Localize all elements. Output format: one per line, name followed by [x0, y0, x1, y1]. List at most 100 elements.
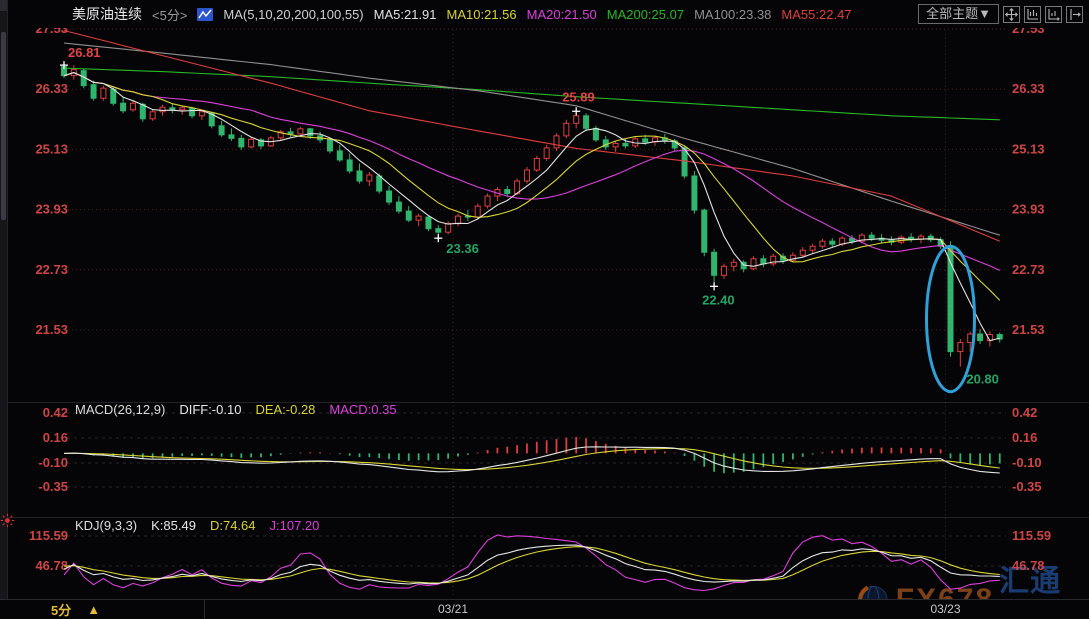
axis-label: 23.93	[1012, 202, 1045, 217]
macd-legend: MACD(26,12,9) DIFF:-0.10 DEA:-0.28 MACD:…	[75, 402, 397, 417]
ma10-legend: MA10:21.56	[447, 7, 517, 22]
candle-body	[406, 211, 411, 220]
candle-body	[505, 190, 510, 194]
candle-body	[761, 259, 766, 264]
candle-body	[534, 158, 539, 170]
candle-body	[544, 148, 549, 159]
candle-body	[121, 103, 126, 111]
scrollbar-thumb[interactable]	[1, 32, 6, 220]
candle-body	[308, 129, 313, 136]
candle-body	[554, 136, 559, 148]
date-label: 03/21	[431, 602, 475, 616]
interval-tag[interactable]: <5分>	[152, 5, 187, 24]
axis-label: 22.73	[1012, 262, 1045, 277]
candle-body	[800, 250, 805, 255]
candle-body	[593, 128, 598, 140]
axis-label: -0.35	[38, 479, 68, 494]
chart-header: 美原油连续 <5分> MA(5,10,20,200,100,55) MA5:21…	[0, 0, 1089, 28]
price-chart-canvas[interactable]: 27.53 27.53 26.33 26.33 25.13 25.13 23.93 23.93…	[0, 28, 1089, 599]
chart-compress-icon[interactable]	[1024, 6, 1041, 23]
candle-body	[101, 88, 106, 98]
candle-body	[150, 112, 155, 119]
candle-body	[140, 104, 145, 119]
chart-thumbnail-icon[interactable]	[197, 8, 213, 21]
kdj-legend: KDJ(9,3,3) K:85.49 D:74.64 J:107.20	[75, 518, 319, 533]
kdj-k-line	[64, 545, 1000, 584]
axis-label: 27.53	[1012, 28, 1045, 36]
macd-diff-value: DIFF:-0.10	[179, 402, 241, 417]
ma20-legend: MA20:21.50	[527, 7, 597, 22]
crosshair-move-icon[interactable]	[1003, 6, 1020, 23]
axis-label: 115.59	[29, 528, 68, 543]
axis-label: 21.53	[1012, 322, 1045, 337]
candle-body	[623, 143, 628, 146]
chart-expand-icon[interactable]	[1045, 6, 1062, 23]
macd-title: MACD(26,12,9)	[75, 402, 165, 417]
candle-body	[229, 135, 234, 139]
candle-body	[456, 216, 461, 224]
macd-macd-value: MACD:0.35	[329, 402, 396, 417]
kdj-d-value: D:74.64	[210, 518, 256, 533]
candle-body	[288, 132, 293, 134]
annotation-label: 22.40	[702, 292, 735, 307]
macd-dea-value: DEA:-0.28	[255, 402, 315, 417]
candle-body	[130, 103, 135, 110]
candle-body	[830, 241, 835, 244]
alert-icon[interactable]	[0, 513, 15, 528]
date-label: 03/23	[924, 602, 968, 616]
candle-body	[712, 252, 717, 275]
candle-body	[347, 160, 352, 171]
candle-body	[298, 129, 303, 134]
candle-body	[219, 126, 224, 135]
axis-label: 0.16	[1012, 430, 1037, 445]
candle-body	[958, 343, 963, 352]
candle-body	[249, 139, 254, 147]
symbol-title: 美原油连续	[72, 4, 142, 24]
candle-body	[574, 116, 579, 124]
period-up-arrow[interactable]: ▲	[87, 602, 100, 617]
annotation-label: 25.89	[562, 89, 595, 104]
axis-label: 26.33	[1012, 81, 1045, 96]
axis-label: 25.13	[1012, 141, 1045, 156]
axis-label: 46.78	[35, 558, 68, 573]
kdj-d-line	[64, 547, 1000, 583]
pan-right-icon[interactable]	[1066, 6, 1083, 23]
axis-label: 26.33	[35, 81, 68, 96]
axis-label: 0.16	[43, 430, 68, 445]
axis-label: 115.59	[1012, 528, 1051, 543]
candle-body	[426, 217, 431, 229]
axis-label: 27.53	[35, 28, 68, 36]
kdj-k-value: K:85.49	[151, 518, 196, 533]
axis-label: 25.13	[35, 141, 68, 156]
period-selector[interactable]: 5分 ▲	[7, 600, 205, 619]
candle-body	[160, 107, 165, 112]
candle-body	[643, 139, 648, 142]
kdj-j-value: J:107.20	[270, 518, 320, 533]
candle-body	[446, 224, 451, 233]
candle-body	[111, 89, 116, 103]
axis-label: -0.10	[38, 455, 68, 470]
axis-label: 0.42	[43, 405, 68, 420]
kdj-j-line	[64, 535, 1000, 591]
candle-body	[367, 175, 372, 181]
candle-body	[387, 191, 392, 202]
candle-body	[751, 259, 756, 269]
candle-body	[357, 171, 362, 181]
candle-body	[564, 123, 569, 136]
candle-body	[721, 266, 726, 275]
axis-label: -0.10	[1012, 455, 1042, 470]
macd-diff-line	[64, 447, 1000, 473]
candle-body	[170, 108, 175, 110]
axis-label: 23.93	[35, 202, 68, 217]
theme-dropdown[interactable]: 全部主题▼	[918, 4, 999, 24]
annotation-label: 23.36	[446, 241, 479, 256]
candle-body	[396, 202, 401, 211]
axis-label: 46.78	[1012, 558, 1045, 573]
candle-body	[978, 334, 983, 341]
candle-body	[731, 262, 736, 266]
candle-body	[692, 176, 697, 210]
candle-body	[190, 108, 195, 116]
candle-body	[899, 237, 904, 242]
header-toolbar: 全部主题▼	[918, 4, 1083, 24]
axis-label: 21.53	[35, 322, 68, 337]
